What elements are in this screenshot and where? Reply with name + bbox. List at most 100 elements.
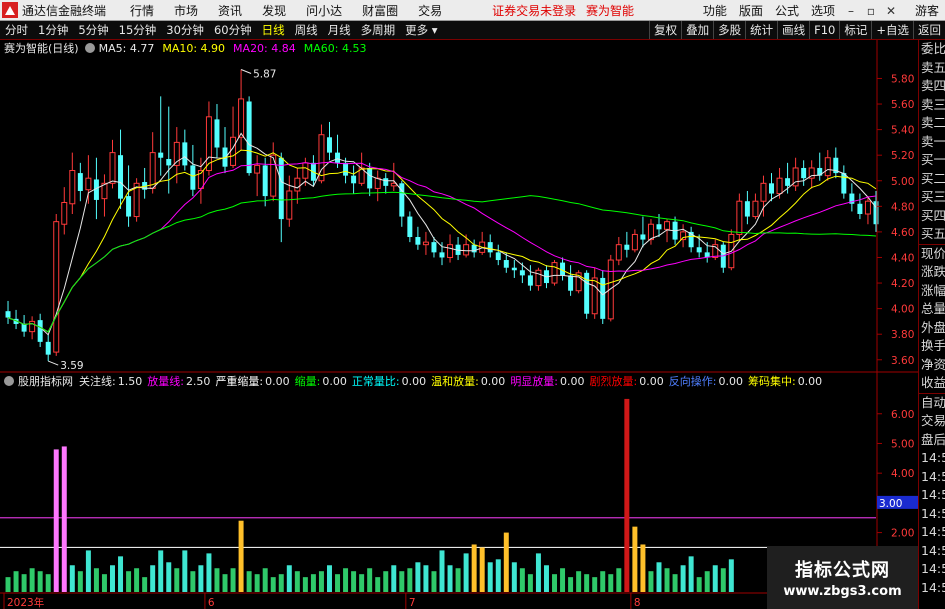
menu-market[interactable]: 市场 [164, 2, 208, 19]
candle-body [335, 152, 341, 163]
volume-bar [688, 556, 694, 592]
candle-body [864, 200, 871, 215]
candle-body [166, 159, 172, 166]
menu-functions[interactable]: 功能 [697, 2, 733, 19]
y-tick-label: 3.80 [891, 329, 914, 341]
multi-stock-button[interactable]: 多股 [713, 21, 745, 39]
indicator-settings-dot-icon[interactable] [4, 376, 14, 386]
volume-bar [608, 574, 614, 592]
ma5-label: MA5: 4.77 [98, 41, 155, 55]
y-tick-label: 5.00 [891, 176, 914, 188]
period-5min[interactable]: 5分钟 [73, 22, 113, 38]
volume-bar [101, 574, 107, 592]
volume-bar [696, 577, 702, 592]
volume-bar [527, 574, 533, 592]
app-logo-icon [2, 2, 18, 18]
volume-bar [5, 577, 11, 592]
candle-body [422, 241, 429, 246]
back-button[interactable]: 返回 [913, 21, 945, 39]
sub-y-tick-label: 6.00 [891, 409, 914, 421]
indicator-title[interactable]: 股朋指标网 [18, 373, 73, 389]
menu-news[interactable]: 资讯 [208, 2, 252, 19]
overlay-button[interactable]: 叠加 [681, 21, 713, 39]
side-panel-item: 卖一 [921, 133, 945, 149]
indicator-item: 关注线: 1.50 [79, 375, 143, 388]
volume-bar [142, 577, 148, 592]
period-multi[interactable]: 多周期 [356, 22, 401, 38]
indicator-item: 明显放量: 0.00 [510, 375, 585, 388]
candle-body [503, 260, 509, 268]
volume-bar [423, 565, 429, 592]
volume-bar [375, 577, 381, 592]
period-tick[interactable]: 分时 [0, 22, 33, 38]
menu-ask[interactable]: 问小达 [296, 2, 352, 19]
x-tick-label: 6 [208, 597, 215, 609]
adjust-button[interactable]: 复权 [649, 21, 681, 39]
candle-body [535, 269, 542, 287]
candle-body [118, 155, 124, 199]
user-label[interactable]: 游客 [909, 2, 945, 19]
period-more[interactable]: 更多 ▾ [400, 22, 442, 38]
side-panel-item: 净资 [921, 356, 945, 372]
period-daily[interactable]: 日线 [257, 22, 290, 38]
watermark-banner: 指标公式网 www.zbgs3.com [767, 546, 918, 609]
volume-bar [190, 571, 196, 592]
menu-formula[interactable]: 公式 [769, 2, 805, 19]
period-60min[interactable]: 60分钟 [209, 22, 257, 38]
period-1min[interactable]: 1分钟 [33, 22, 73, 38]
volume-bar [584, 574, 590, 592]
watermark-url: www.zbgs3.com [783, 584, 902, 599]
volume-bar [310, 574, 316, 592]
candle-body [302, 162, 309, 179]
menu-quotes[interactable]: 行情 [120, 2, 164, 19]
side-panel-item: 买四 [921, 207, 945, 223]
side-panel-item: 14:56 [921, 561, 945, 576]
side-panel-item: 盘后 [921, 431, 945, 447]
side-panel-item: 卖五 [921, 59, 945, 75]
sub-y-tick-label: 2.00 [891, 528, 914, 540]
candle-body [624, 244, 630, 250]
indicator-item: 严重缩量: 0.00 [215, 375, 290, 388]
candle-body [527, 275, 533, 286]
candle-body [824, 157, 831, 177]
stats-button[interactable]: 统计 [745, 21, 777, 39]
y-tick-label: 3.60 [891, 355, 914, 367]
period-weekly[interactable]: 周线 [290, 22, 323, 38]
low-marker-line [48, 360, 59, 366]
period-30min[interactable]: 30分钟 [161, 22, 209, 38]
restore-icon[interactable]: ▫ [861, 4, 881, 18]
side-panel-item: 14:56 [921, 524, 945, 539]
menu-options[interactable]: 选项 [805, 2, 841, 19]
add-watchlist-button[interactable]: +自选 [871, 21, 913, 39]
f10-button[interactable]: F10 [809, 21, 839, 39]
candle-body [85, 177, 92, 191]
volume-bar [720, 568, 726, 592]
close-icon[interactable]: ✕ [881, 4, 901, 18]
login-notice[interactable]: 证券交易未登录 赛为智能 [492, 2, 640, 19]
candle-body [21, 323, 27, 332]
menu-layout[interactable]: 版面 [733, 2, 769, 19]
volume-bar [712, 565, 718, 592]
menu-trade[interactable]: 交易 [408, 2, 452, 19]
period-monthly[interactable]: 月线 [323, 22, 356, 38]
kline-chart[interactable]: 5.87 3.59 5.80 5.60 5.40 5.20 5.00 4.80 4.60 4.4… [0, 40, 918, 609]
volume-bar [343, 568, 349, 592]
volume-bar [632, 526, 638, 592]
side-panel-item: 买五 [921, 226, 945, 241]
side-panel-item: 买二 [921, 170, 945, 186]
stock-title[interactable]: 赛为智能(日线) [4, 40, 79, 56]
mark-button[interactable]: 标记 [839, 21, 871, 39]
menu-wealth[interactable]: 财富圈 [352, 2, 408, 19]
settings-dot-icon[interactable] [84, 43, 95, 53]
menu-discover[interactable]: 发现 [252, 2, 296, 19]
volume-bar [391, 565, 397, 592]
draw-button[interactable]: 画线 [777, 21, 809, 39]
price-pane: 5.87 3.59 [5, 69, 879, 372]
period-15min[interactable]: 15分钟 [114, 22, 162, 38]
y-tick-label: 4.20 [891, 278, 914, 290]
candle-body [656, 224, 662, 230]
minimize-icon[interactable]: – [841, 4, 861, 18]
axes: 5.80 5.60 5.40 5.20 5.00 4.80 4.60 4.40 4.20 4.00… [0, 40, 918, 609]
candle-body [495, 252, 501, 261]
side-panel-item: 卖四 [921, 78, 945, 93]
